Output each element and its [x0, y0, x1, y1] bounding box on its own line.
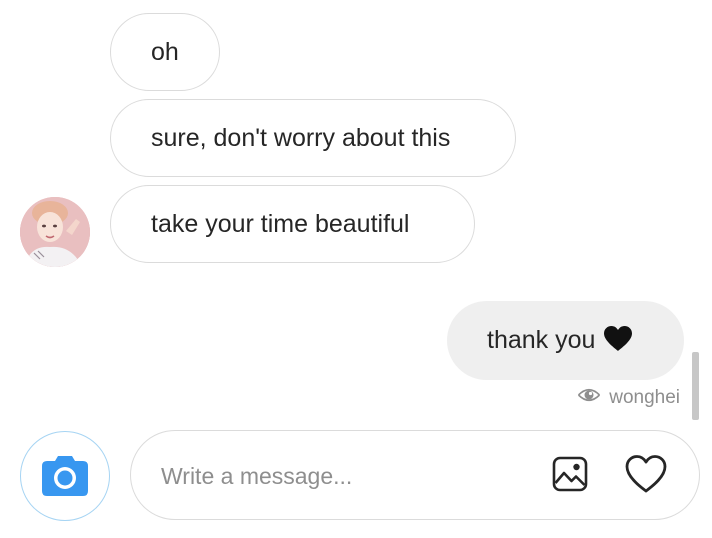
message-bubble-sent[interactable]: thank you — [447, 301, 684, 380]
message-text: sure, don't worry about this — [151, 123, 451, 152]
message-input[interactable] — [159, 453, 543, 499]
message-bubble-received[interactable]: oh — [110, 13, 220, 91]
eye-icon — [577, 386, 601, 410]
message-text: oh — [151, 37, 179, 66]
black-heart-icon — [603, 325, 633, 357]
gallery-button[interactable] — [549, 455, 591, 497]
avatar[interactable] — [20, 197, 90, 267]
camera-icon — [40, 454, 90, 498]
gallery-icon — [551, 455, 589, 498]
like-button[interactable] — [624, 454, 668, 499]
message-text: thank you — [487, 326, 596, 354]
seen-by-username: wonghei — [609, 387, 680, 408]
avatar-photo — [20, 197, 90, 267]
heart-icon — [624, 454, 668, 499]
message-text: take your time beautiful — [151, 209, 410, 238]
seen-indicator: wonghei — [577, 386, 680, 410]
message-bubble-received[interactable]: take your time beautiful — [110, 185, 475, 263]
camera-button[interactable] — [20, 431, 110, 521]
message-composer — [130, 430, 700, 520]
message-bubble-received[interactable]: sure, don't worry about this — [110, 99, 516, 177]
scrollbar[interactable] — [692, 352, 699, 420]
